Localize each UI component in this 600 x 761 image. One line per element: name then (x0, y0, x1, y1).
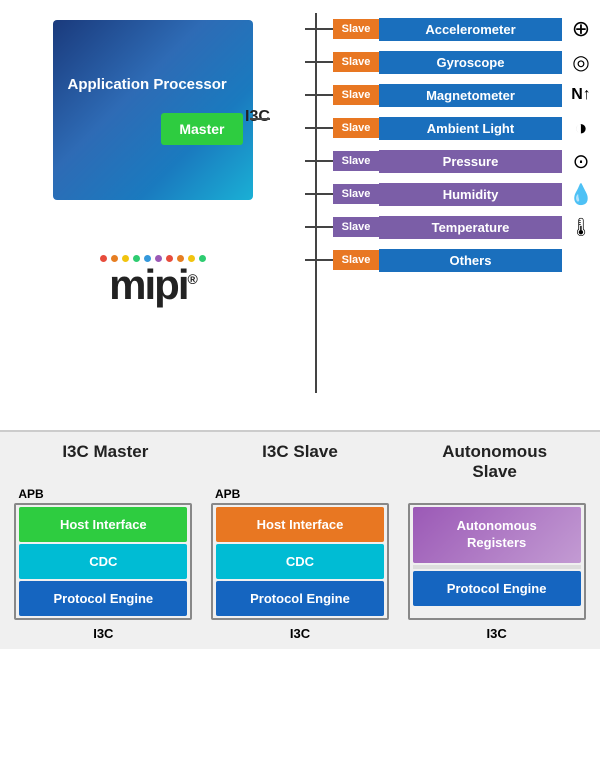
title-i3c-master: I3C Master (16, 442, 194, 483)
dot-green2 (199, 255, 206, 262)
arch-blocks-row: Host Interface CDC Protocol Engine Host … (8, 503, 592, 620)
autonomous-protocol-engine: Protocol Engine (413, 571, 581, 606)
dot-yellow2 (188, 255, 195, 262)
app-processor-label: Application Processor (68, 76, 227, 93)
slave-row-humidity: Slave Humidity 💧 (305, 180, 600, 208)
slave-row-accelerometer: Slave Accelerometer ⊕ (305, 15, 600, 43)
gyro-icon: ◎ (562, 48, 600, 76)
i3c-bottom-auto: I3C (408, 626, 586, 641)
apb-label-auto (408, 487, 586, 501)
slave-badge-oth: Slave (333, 250, 379, 270)
master-protocol-engine: Protocol Engine (19, 581, 187, 616)
oth-icon (562, 246, 600, 274)
slave-badge-press: Slave (333, 151, 379, 171)
master-cdc: CDC (19, 544, 187, 579)
title-autonomous-slave: AutonomousSlave (406, 442, 584, 483)
slave-row-others: Slave Others (305, 246, 600, 274)
acc-icon: ⊕ (562, 15, 600, 43)
tree-h-acc (305, 28, 333, 30)
i3c-bottom-master: I3C (14, 626, 192, 641)
mipi-text: mipi® (109, 264, 196, 306)
tree-h-temp (305, 226, 333, 228)
apb-label-master: APB (14, 487, 192, 501)
tree-h-press (305, 160, 333, 162)
arch-block-autonomous: AutonomousRegisters Protocol Engine (408, 503, 586, 620)
mipi-logo: mipi® (100, 255, 206, 306)
slave-cdc: CDC (216, 544, 384, 579)
slave-name-hum: Humidity (379, 183, 562, 206)
slave-name-press: Pressure (379, 150, 562, 173)
tree-h-gyro (305, 61, 333, 63)
slave-protocol-engine: Protocol Engine (216, 581, 384, 616)
i3c-bottom-labels: I3C I3C I3C (8, 626, 592, 641)
master-box: Master (161, 113, 242, 145)
mag-icon: N↑ (562, 81, 600, 109)
slave-name-mag: Magnetometer (379, 84, 562, 107)
slave-name-temp: Temperature (379, 216, 562, 239)
hum-icon: 💧 (562, 180, 600, 208)
tree-h-connect (250, 118, 270, 120)
dot-red (100, 255, 107, 262)
title-i3c-slave: I3C Slave (211, 442, 389, 483)
slave-badge-mag: Slave (333, 85, 379, 105)
slave-badge-gyro: Slave (333, 52, 379, 72)
i3c-bottom-slave: I3C (211, 626, 389, 641)
slave-name-oth: Others (379, 249, 562, 272)
slave-host-interface: Host Interface (216, 507, 384, 542)
slave-row-temperature: Slave Temperature 🌡 (305, 213, 600, 241)
slave-row-ambient: Slave Ambient Light ◑ (305, 114, 600, 142)
slave-name-amb: Ambient Light (379, 117, 562, 140)
slave-badge-hum: Slave (333, 184, 379, 204)
bottom-titles-row: I3C Master I3C Slave AutonomousSlave (8, 442, 592, 483)
arch-block-slave: Host Interface CDC Protocol Engine (211, 503, 389, 620)
slave-row-gyroscope: Slave Gyroscope ◎ (305, 48, 600, 76)
tree-h-mag (305, 94, 333, 96)
slave-badge-temp: Slave (333, 217, 379, 237)
tree-h-amb (305, 127, 333, 129)
slave-name-gyro: Gyroscope (379, 51, 562, 74)
right-panel: Slave Accelerometer ⊕ Slave Gyroscope ◎ … (305, 0, 600, 430)
top-section: Application Processor Master I3C m (0, 0, 600, 430)
separator (413, 565, 581, 569)
left-panel: Application Processor Master I3C m (0, 0, 305, 430)
slave-badge-acc: Slave (333, 19, 379, 39)
tree-h-hum (305, 193, 333, 195)
arch-block-master: Host Interface CDC Protocol Engine (14, 503, 192, 620)
press-icon: ⊙ (562, 147, 600, 175)
slave-badge-amb: Slave (333, 118, 379, 138)
slave-row-magnetometer: Slave Magnetometer N↑ (305, 81, 600, 109)
temp-icon: 🌡 (562, 213, 600, 241)
slave-name-acc: Accelerometer (379, 18, 562, 41)
app-processor-box: Application Processor Master (53, 20, 253, 200)
i3c-label: I3C (245, 108, 270, 126)
master-host-interface: Host Interface (19, 507, 187, 542)
amb-icon: ◑ (562, 114, 600, 142)
autonomous-registers: AutonomousRegisters (413, 507, 581, 563)
tree-h-oth (305, 259, 333, 261)
bottom-section: I3C Master I3C Slave AutonomousSlave APB… (0, 430, 600, 649)
apb-labels-row: APB APB (8, 487, 592, 501)
apb-label-slave: APB (211, 487, 389, 501)
slave-row-pressure: Slave Pressure ⊙ (305, 147, 600, 175)
